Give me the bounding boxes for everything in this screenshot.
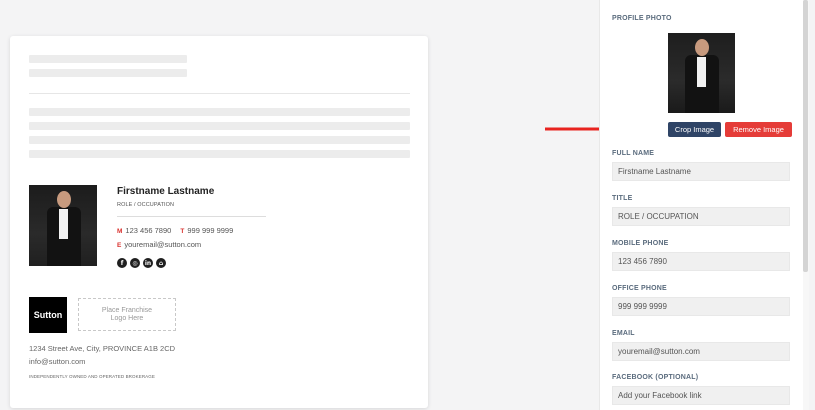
disclaimer: INDEPENDENTLY OWNED AND OPERATED BROKERA… <box>29 374 155 379</box>
divider <box>29 93 410 94</box>
email-label-field: EMAIL <box>612 330 635 337</box>
address: 1234 Street Ave, City, PROVINCE A1B 2CD <box>29 344 176 353</box>
franchise-logo-placeholder: Place Franchise Logo Here <box>78 298 176 331</box>
franchise-text-2: Logo Here <box>110 314 144 322</box>
franchise-text-1: Place Franchise <box>101 306 153 314</box>
home-icon[interactable]: ⌂ <box>156 258 166 268</box>
placeholder-line <box>29 55 187 63</box>
person-head <box>695 39 709 56</box>
email-label: E <box>117 242 122 249</box>
editor-panel: PROFILE PHOTO Crop Image Remove Image FU… <box>599 0 803 410</box>
crop-image-button[interactable]: Crop Image <box>668 122 721 137</box>
linkedin-icon[interactable]: in <box>143 258 153 268</box>
sutton-logo: Sutton <box>29 297 67 333</box>
title-label: TITLE <box>612 195 633 202</box>
email-line: Eyouremail@sutton.com <box>117 240 201 249</box>
signature-role: ROLE / OCCUPATION <box>117 202 175 208</box>
facebook-icon[interactable]: f <box>117 258 127 268</box>
office-number: 999 999 9999 <box>187 226 234 235</box>
office-phone-label: OFFICE PHONE <box>612 285 667 292</box>
placeholder-line <box>29 136 410 144</box>
instagram-icon[interactable]: ◎ <box>130 258 140 268</box>
mobile-label: M <box>117 228 123 235</box>
full-name-input[interactable]: Firstname Lastname <box>612 162 790 181</box>
office-label: T <box>180 228 185 235</box>
profile-photo-label: PROFILE PHOTO <box>612 15 672 22</box>
social-icons: f ◎ in ⌂ <box>117 258 166 268</box>
title-input[interactable]: ROLE / OCCUPATION <box>612 207 790 226</box>
remove-image-button[interactable]: Remove Image <box>725 122 792 137</box>
email-input[interactable]: youremail@sutton.com <box>612 342 790 361</box>
facebook-label: FACEBOOK (OPTIONAL) <box>612 374 699 381</box>
email-address: youremail@sutton.com <box>124 240 202 249</box>
person-shirt <box>697 57 706 87</box>
office-phone-input[interactable]: 999 999 9999 <box>612 297 790 316</box>
full-name-label: FULL NAME <box>612 150 655 157</box>
company-email: info@sutton.com <box>29 357 86 366</box>
placeholder-line <box>29 122 410 130</box>
placeholder-line <box>29 150 410 158</box>
signature-photo <box>29 185 97 266</box>
profile-photo <box>668 33 735 113</box>
placeholder-line <box>29 69 187 77</box>
facebook-input[interactable]: Add your Facebook link <box>612 386 790 405</box>
signature-name: Firstname Lastname <box>117 186 215 197</box>
person-shirt <box>59 209 68 239</box>
mobile-number: 123 456 7890 <box>125 226 172 235</box>
mobile-phone-input[interactable]: 123 456 7890 <box>612 252 790 271</box>
person-head <box>57 191 71 208</box>
scrollbar[interactable] <box>803 0 808 272</box>
phone-line: M 123 456 7890 T 999 999 9999 <box>117 226 233 235</box>
signature-rule <box>117 216 266 217</box>
placeholder-line <box>29 108 410 116</box>
mobile-phone-label: MOBILE PHONE <box>612 240 669 247</box>
signature-preview-card: Firstname Lastname ROLE / OCCUPATION M 12… <box>10 36 428 408</box>
